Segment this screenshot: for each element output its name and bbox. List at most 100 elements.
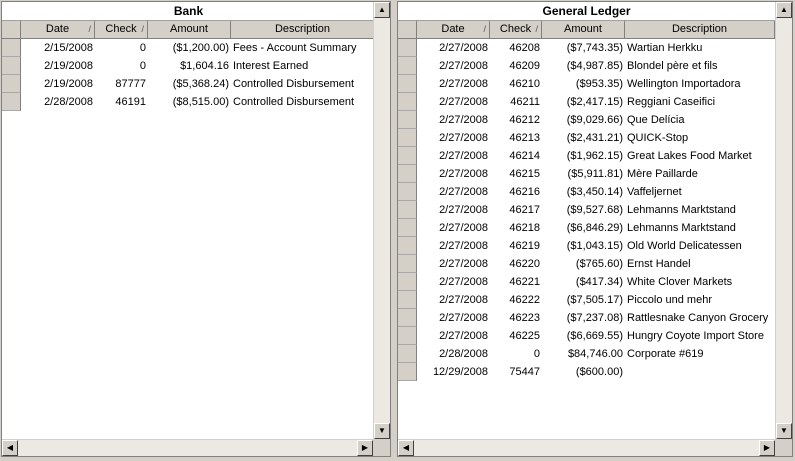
row-selector[interactable] (398, 327, 417, 345)
row-selector[interactable] (398, 147, 417, 165)
row-selector[interactable] (398, 309, 417, 327)
check-cell[interactable]: 46218 (490, 219, 542, 237)
amount-cell[interactable]: ($4,987.85) (542, 57, 625, 75)
amount-cell[interactable]: ($7,505.17) (542, 291, 625, 309)
description-cell[interactable]: Lehmanns Marktstand (625, 201, 775, 219)
amount-cell[interactable]: ($8,515.00) (148, 93, 231, 111)
row-selector[interactable] (398, 291, 417, 309)
date-cell[interactable]: 2/19/2008 (21, 75, 95, 93)
row-selector[interactable] (2, 93, 21, 111)
description-cell[interactable]: Lehmanns Marktstand (625, 219, 775, 237)
date-cell[interactable]: 2/28/2008 (417, 345, 490, 363)
ledger-table-row[interactable]: 2/27/2008 46211 ($2,417.15) Reggiani Caseif… (398, 93, 775, 111)
check-cell[interactable]: 46214 (490, 147, 542, 165)
row-selector[interactable] (398, 183, 417, 201)
date-cell[interactable]: 2/27/2008 (417, 183, 490, 201)
amount-cell[interactable]: ($2,417.15) (542, 93, 625, 111)
bank-table-row[interactable]: 2/28/2008 46191 ($8,515.00) Controlled Disb… (2, 93, 375, 111)
date-cell[interactable]: 2/27/2008 (417, 57, 490, 75)
amount-cell[interactable]: ($600.00) (542, 363, 625, 381)
ledger-table-row[interactable]: 2/27/2008 46212 ($9,029.66) Que Delícia (398, 111, 775, 129)
check-cell[interactable]: 46219 (490, 237, 542, 255)
row-selector[interactable] (398, 201, 417, 219)
description-cell[interactable]: Ernst Handel (625, 255, 775, 273)
check-cell[interactable]: 46211 (490, 93, 542, 111)
check-cell[interactable]: 46208 (490, 39, 542, 57)
bank-table-row[interactable]: 2/19/2008 87777 ($5,368.24) Controlled Disb… (2, 75, 375, 93)
ledger-table-row[interactable]: 2/27/2008 46223 ($7,237.08) Rattlesnake Can… (398, 309, 775, 327)
description-cell[interactable]: Wellington Importadora (625, 75, 775, 93)
description-cell[interactable]: QUICK-Stop (625, 129, 775, 147)
amount-cell[interactable]: ($5,911.81) (542, 165, 625, 183)
amount-cell[interactable]: $84,746.00 (542, 345, 625, 363)
scroll-down-icon[interactable]: ▼ (776, 423, 792, 439)
ledger-table-row[interactable]: 2/27/2008 46216 ($3,450.14) Vaffeljernet (398, 183, 775, 201)
description-cell[interactable]: Wartian Herkku (625, 39, 775, 57)
amount-cell[interactable]: ($9,029.66) (542, 111, 625, 129)
bank-header-amount[interactable]: Amount (148, 21, 231, 39)
date-cell[interactable]: 2/27/2008 (417, 39, 490, 57)
amount-cell[interactable]: $1,604.16 (148, 57, 231, 75)
check-cell[interactable]: 75447 (490, 363, 542, 381)
row-selector[interactable] (398, 219, 417, 237)
row-selector[interactable] (398, 273, 417, 291)
row-selector[interactable] (2, 39, 21, 57)
ledger-table-row[interactable]: 2/27/2008 46220 ($765.60) Ernst Handel (398, 255, 775, 273)
amount-cell[interactable]: ($3,450.14) (542, 183, 625, 201)
ledger-vertical-scrollbar[interactable]: ▲ ▼ (775, 2, 792, 439)
description-cell[interactable]: White Clover Markets (625, 273, 775, 291)
check-cell[interactable]: 46191 (95, 93, 148, 111)
amount-cell[interactable]: ($953.35) (542, 75, 625, 93)
check-cell[interactable]: 46217 (490, 201, 542, 219)
scroll-left-icon[interactable]: ◀ (2, 440, 18, 456)
ledger-table-row[interactable]: 2/27/2008 46208 ($7,743.35) Wartian Herkku (398, 39, 775, 57)
description-cell[interactable]: Controlled Disbursement (231, 93, 375, 111)
date-cell[interactable]: 2/27/2008 (417, 93, 490, 111)
description-cell[interactable]: Piccolo und mehr (625, 291, 775, 309)
date-cell[interactable]: 2/27/2008 (417, 111, 490, 129)
bank-header-check[interactable]: Check / (95, 21, 148, 39)
bank-header-description[interactable]: Description (231, 21, 375, 39)
row-selector[interactable] (398, 93, 417, 111)
amount-cell[interactable]: ($2,431.21) (542, 129, 625, 147)
row-selector[interactable] (398, 57, 417, 75)
scroll-up-icon[interactable]: ▲ (776, 2, 792, 18)
description-cell[interactable]: Reggiani Caseifici (625, 93, 775, 111)
description-cell[interactable]: Interest Earned (231, 57, 375, 75)
amount-cell[interactable]: ($5,368.24) (148, 75, 231, 93)
date-cell[interactable]: 2/27/2008 (417, 75, 490, 93)
description-cell[interactable]: Blondel père et fils (625, 57, 775, 75)
description-cell[interactable] (625, 363, 775, 381)
amount-cell[interactable]: ($1,962.15) (542, 147, 625, 165)
ledger-table-row[interactable]: 2/27/2008 46222 ($7,505.17) Piccolo und meh… (398, 291, 775, 309)
bank-header-date[interactable]: Date / (21, 21, 95, 39)
description-cell[interactable]: Mère Paillarde (625, 165, 775, 183)
date-cell[interactable]: 2/27/2008 (417, 129, 490, 147)
ledger-header-description[interactable]: Description (625, 21, 775, 39)
ledger-table-row[interactable]: 2/27/2008 46210 ($953.35) Wellington Import… (398, 75, 775, 93)
ledger-table-row[interactable]: 2/27/2008 46219 ($1,043.15) Old World Delic… (398, 237, 775, 255)
check-cell[interactable]: 46223 (490, 309, 542, 327)
scroll-right-icon[interactable]: ▶ (759, 440, 775, 456)
amount-cell[interactable]: ($1,200.00) (148, 39, 231, 57)
amount-cell[interactable]: ($7,743.35) (542, 39, 625, 57)
scroll-right-icon[interactable]: ▶ (357, 440, 373, 456)
date-cell[interactable]: 2/27/2008 (417, 201, 490, 219)
check-cell[interactable]: 46221 (490, 273, 542, 291)
row-selector[interactable] (398, 255, 417, 273)
check-cell[interactable]: 46220 (490, 255, 542, 273)
date-cell[interactable]: 2/27/2008 (417, 327, 490, 345)
ledger-table-row[interactable]: 2/27/2008 46214 ($1,962.15) Great Lakes Foo… (398, 147, 775, 165)
check-cell[interactable]: 46212 (490, 111, 542, 129)
ledger-table-row[interactable]: 2/27/2008 46225 ($6,669.55) Hungry Coyote I… (398, 327, 775, 345)
date-cell[interactable]: 2/27/2008 (417, 237, 490, 255)
check-cell[interactable]: 46225 (490, 327, 542, 345)
row-selector[interactable] (2, 57, 21, 75)
description-cell[interactable]: Fees - Account Summary (231, 39, 375, 57)
check-cell[interactable]: 46209 (490, 57, 542, 75)
description-cell[interactable]: Corporate #619 (625, 345, 775, 363)
description-cell[interactable]: Old World Delicatessen (625, 237, 775, 255)
row-selector[interactable] (398, 237, 417, 255)
description-cell[interactable]: Controlled Disbursement (231, 75, 375, 93)
check-cell[interactable]: 46213 (490, 129, 542, 147)
